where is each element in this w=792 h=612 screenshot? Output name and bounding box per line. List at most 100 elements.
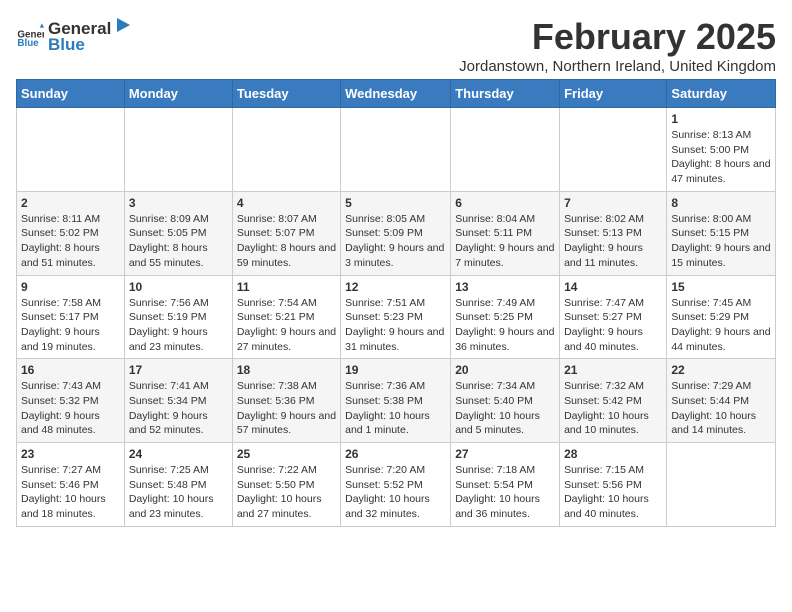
- day-info: Sunrise: 7:32 AM Sunset: 5:42 PM Dayligh…: [564, 379, 662, 438]
- day-info: Sunrise: 7:25 AM Sunset: 5:48 PM Dayligh…: [129, 463, 228, 522]
- day-info: Sunrise: 8:00 AM Sunset: 5:15 PM Dayligh…: [671, 212, 771, 271]
- weekday-header-monday: Monday: [124, 80, 232, 108]
- weekday-header-thursday: Thursday: [451, 80, 560, 108]
- day-info: Sunrise: 8:07 AM Sunset: 5:07 PM Dayligh…: [237, 212, 336, 271]
- day-info: Sunrise: 7:56 AM Sunset: 5:19 PM Dayligh…: [129, 296, 228, 355]
- day-number: 24: [129, 447, 228, 461]
- month-title: February 2025: [459, 16, 776, 58]
- logo-arrow-icon: [112, 16, 130, 34]
- day-info: Sunrise: 7:51 AM Sunset: 5:23 PM Dayligh…: [345, 296, 446, 355]
- week-row-4: 16Sunrise: 7:43 AM Sunset: 5:32 PM Dayli…: [17, 359, 776, 443]
- day-cell-3: 3 Sunrise: 8:09 AM Sunset: 5:05 PM Daylig…: [124, 191, 232, 275]
- day-cell-16: 16Sunrise: 7:43 AM Sunset: 5:32 PM Dayli…: [17, 359, 125, 443]
- day-cell-25: 25 Sunrise: 7:22 AM Sunset: 5:50 PM Dayli…: [232, 443, 340, 527]
- day-info: Sunrise: 7:49 AM Sunset: 5:25 PM Dayligh…: [455, 296, 555, 355]
- weekday-header-row: SundayMondayTuesdayWednesdayThursdayFrid…: [17, 80, 776, 108]
- day-number: 15: [671, 280, 771, 294]
- weekday-header-tuesday: Tuesday: [232, 80, 340, 108]
- day-cell-1: 1Sunrise: 8:13 AM Sunset: 5:00 PM Daylig…: [667, 108, 776, 192]
- day-number: 4: [237, 196, 336, 210]
- day-cell-9: 9Sunrise: 7:58 AM Sunset: 5:17 PM Daylig…: [17, 275, 125, 359]
- title-section: February 2025 Jordanstown, Northern Irel…: [459, 16, 776, 75]
- day-number: 1: [671, 112, 771, 126]
- empty-cell: [560, 108, 667, 192]
- day-cell-13: 13Sunrise: 7:49 AM Sunset: 5:25 PM Dayli…: [451, 275, 560, 359]
- day-number: 18: [237, 363, 336, 377]
- day-number: 25: [237, 447, 336, 461]
- day-cell-24: 24 Sunrise: 7:25 AM Sunset: 5:48 PM Dayli…: [124, 443, 232, 527]
- day-cell-4: 4 Sunrise: 8:07 AM Sunset: 5:07 PM Daylig…: [232, 191, 340, 275]
- day-info: Sunrise: 7:20 AM Sunset: 5:52 PM Dayligh…: [345, 463, 446, 522]
- day-info: Sunrise: 7:34 AM Sunset: 5:40 PM Dayligh…: [455, 379, 555, 438]
- day-info: Sunrise: 7:18 AM Sunset: 5:54 PM Dayligh…: [455, 463, 555, 522]
- empty-cell: [451, 108, 560, 192]
- day-cell-7: 7 Sunrise: 8:02 AM Sunset: 5:13 PM Daylig…: [560, 191, 667, 275]
- empty-cell: [232, 108, 340, 192]
- day-number: 7: [564, 196, 662, 210]
- day-info: Sunrise: 7:36 AM Sunset: 5:38 PM Dayligh…: [345, 379, 446, 438]
- day-number: 10: [129, 280, 228, 294]
- day-number: 3: [129, 196, 228, 210]
- day-cell-26: 26 Sunrise: 7:20 AM Sunset: 5:52 PM Dayli…: [341, 443, 451, 527]
- weekday-header-friday: Friday: [560, 80, 667, 108]
- day-info: Sunrise: 7:38 AM Sunset: 5:36 PM Dayligh…: [237, 379, 336, 438]
- day-info: Sunrise: 8:02 AM Sunset: 5:13 PM Dayligh…: [564, 212, 662, 271]
- day-cell-6: 6 Sunrise: 8:04 AM Sunset: 5:11 PM Daylig…: [451, 191, 560, 275]
- day-number: 26: [345, 447, 446, 461]
- week-row-2: 2 Sunrise: 8:11 AM Sunset: 5:02 PM Daylig…: [17, 191, 776, 275]
- page-header: General Blue General Blue February 2025 …: [16, 16, 776, 75]
- day-number: 20: [455, 363, 555, 377]
- location-title: Jordanstown, Northern Ireland, United Ki…: [459, 58, 776, 75]
- weekday-header-wednesday: Wednesday: [341, 80, 451, 108]
- day-info: Sunrise: 8:11 AM Sunset: 5:02 PM Dayligh…: [21, 212, 120, 271]
- empty-cell: [17, 108, 125, 192]
- weekday-header-saturday: Saturday: [667, 80, 776, 108]
- empty-cell: [341, 108, 451, 192]
- day-number: 28: [564, 447, 662, 461]
- day-info: Sunrise: 7:54 AM Sunset: 5:21 PM Dayligh…: [237, 296, 336, 355]
- day-number: 8: [671, 196, 771, 210]
- day-number: 21: [564, 363, 662, 377]
- day-cell-14: 14Sunrise: 7:47 AM Sunset: 5:27 PM Dayli…: [560, 275, 667, 359]
- day-number: 6: [455, 196, 555, 210]
- empty-cell: [124, 108, 232, 192]
- day-info: Sunrise: 8:04 AM Sunset: 5:11 PM Dayligh…: [455, 212, 555, 271]
- day-info: Sunrise: 8:09 AM Sunset: 5:05 PM Dayligh…: [129, 212, 228, 271]
- day-cell-10: 10 Sunrise: 7:56 AM Sunset: 5:19 PM Dayli…: [124, 275, 232, 359]
- day-info: Sunrise: 7:43 AM Sunset: 5:32 PM Dayligh…: [21, 379, 120, 438]
- logo-icon: General Blue: [16, 22, 44, 50]
- day-cell-22: 22Sunrise: 7:29 AM Sunset: 5:44 PM Dayli…: [667, 359, 776, 443]
- day-cell-18: 18 Sunrise: 7:38 AM Sunset: 5:36 PM Dayli…: [232, 359, 340, 443]
- day-info: Sunrise: 8:05 AM Sunset: 5:09 PM Dayligh…: [345, 212, 446, 271]
- day-cell-8: 8 Sunrise: 8:00 AM Sunset: 5:15 PM Daylig…: [667, 191, 776, 275]
- weekday-header-sunday: Sunday: [17, 80, 125, 108]
- day-cell-15: 15 Sunrise: 7:45 AM Sunset: 5:29 PM Dayli…: [667, 275, 776, 359]
- day-cell-12: 12 Sunrise: 7:51 AM Sunset: 5:23 PM Dayli…: [341, 275, 451, 359]
- day-cell-5: 5 Sunrise: 8:05 AM Sunset: 5:09 PM Daylig…: [341, 191, 451, 275]
- day-cell-21: 21 Sunrise: 7:32 AM Sunset: 5:42 PM Dayli…: [560, 359, 667, 443]
- day-info: Sunrise: 7:27 AM Sunset: 5:46 PM Dayligh…: [21, 463, 120, 522]
- svg-text:Blue: Blue: [17, 37, 39, 48]
- day-cell-2: 2 Sunrise: 8:11 AM Sunset: 5:02 PM Daylig…: [17, 191, 125, 275]
- day-info: Sunrise: 7:41 AM Sunset: 5:34 PM Dayligh…: [129, 379, 228, 438]
- day-number: 12: [345, 280, 446, 294]
- day-cell-19: 19 Sunrise: 7:36 AM Sunset: 5:38 PM Dayli…: [341, 359, 451, 443]
- day-cell-17: 17 Sunrise: 7:41 AM Sunset: 5:34 PM Dayli…: [124, 359, 232, 443]
- week-row-5: 23 Sunrise: 7:27 AM Sunset: 5:46 PM Dayli…: [17, 443, 776, 527]
- day-cell-28: 28Sunrise: 7:15 AM Sunset: 5:56 PM Dayli…: [560, 443, 667, 527]
- day-info: Sunrise: 7:45 AM Sunset: 5:29 PM Dayligh…: [671, 296, 771, 355]
- day-info: Sunrise: 7:58 AM Sunset: 5:17 PM Dayligh…: [21, 296, 120, 355]
- day-number: 17: [129, 363, 228, 377]
- day-cell-27: 27 Sunrise: 7:18 AM Sunset: 5:54 PM Dayli…: [451, 443, 560, 527]
- day-number: 22: [671, 363, 771, 377]
- day-cell-11: 11 Sunrise: 7:54 AM Sunset: 5:21 PM Dayli…: [232, 275, 340, 359]
- day-number: 5: [345, 196, 446, 210]
- day-number: 27: [455, 447, 555, 461]
- day-number: 11: [237, 280, 336, 294]
- day-info: Sunrise: 7:22 AM Sunset: 5:50 PM Dayligh…: [237, 463, 336, 522]
- day-cell-20: 20 Sunrise: 7:34 AM Sunset: 5:40 PM Dayli…: [451, 359, 560, 443]
- day-number: 19: [345, 363, 446, 377]
- empty-cell: [667, 443, 776, 527]
- day-number: 2: [21, 196, 120, 210]
- day-number: 23: [21, 447, 120, 461]
